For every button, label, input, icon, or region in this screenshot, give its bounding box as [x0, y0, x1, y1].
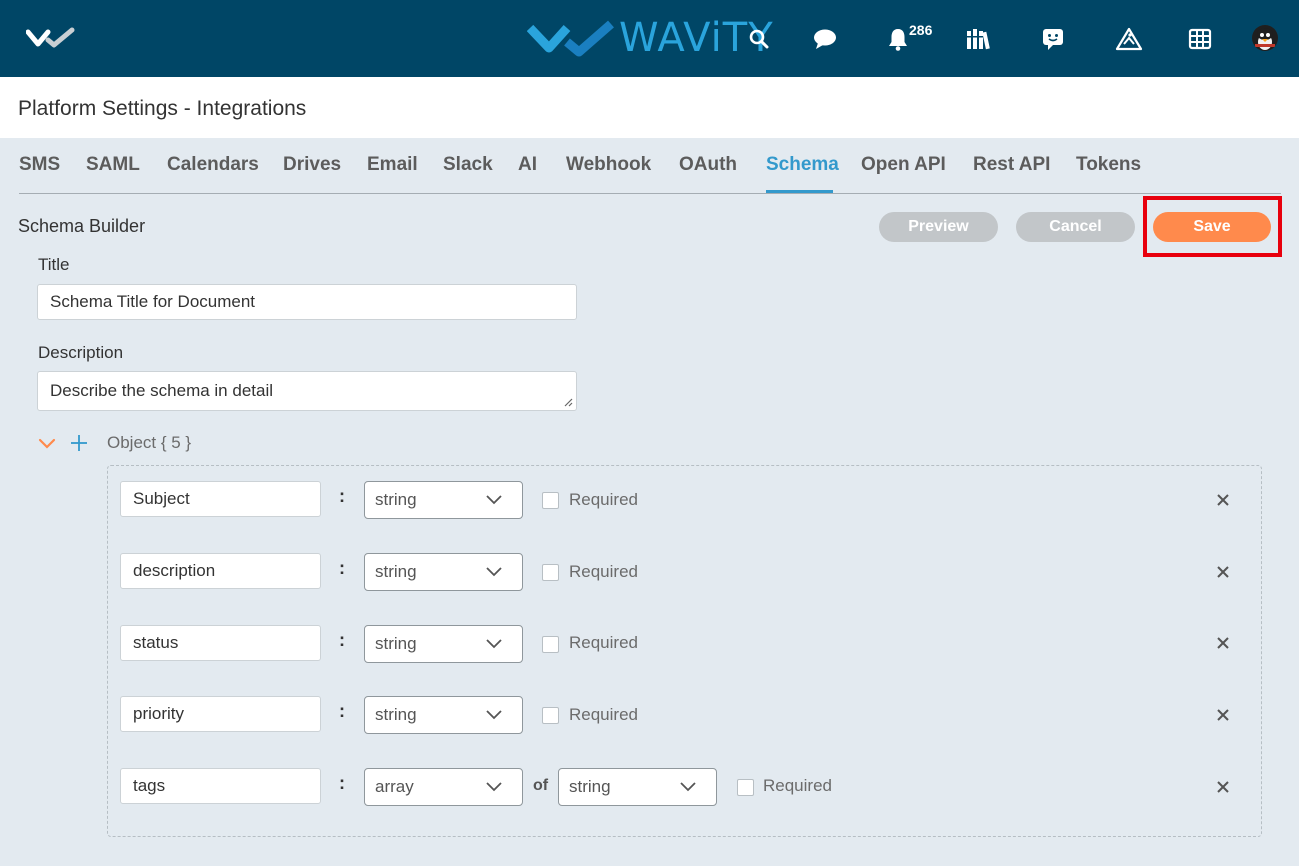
chevron-down-icon — [486, 710, 502, 720]
search-icon[interactable] — [744, 24, 774, 54]
collapse-chevron-icon[interactable] — [38, 437, 56, 455]
feedback-icon[interactable] — [1038, 24, 1068, 54]
top-bar: WAViTY 286 — [0, 0, 1299, 77]
colon-separator: : — [339, 630, 345, 650]
preview-button[interactable]: Preview — [879, 212, 998, 242]
required-checkbox[interactable] — [542, 564, 559, 581]
property-name-input[interactable]: priority — [120, 696, 321, 732]
remove-property-icon[interactable] — [1216, 780, 1230, 794]
property-type-value: array — [375, 777, 414, 796]
chat-icon[interactable] — [810, 24, 840, 54]
property-name-input[interactable]: tags — [120, 768, 321, 804]
cancel-button[interactable]: Cancel — [1016, 212, 1135, 242]
property-type-select[interactable]: array — [364, 768, 523, 806]
remove-property-icon[interactable] — [1216, 565, 1230, 579]
colon-separator: : — [339, 558, 345, 578]
required-label: Required — [569, 705, 638, 724]
resize-handle-icon[interactable] — [563, 397, 573, 407]
tab-oauth[interactable]: OAuth — [679, 154, 737, 176]
notification-count-badge: 286 — [909, 22, 933, 38]
integration-tabs: SMS SAML Calendars Drives Email Slack AI… — [19, 138, 1281, 194]
property-name-input[interactable]: Subject — [120, 481, 321, 517]
property-name-input[interactable]: description — [120, 553, 321, 589]
tab-saml[interactable]: SAML — [86, 154, 140, 176]
array-item-type-select[interactable]: string — [558, 768, 717, 806]
active-tab-indicator — [766, 190, 833, 193]
avatar[interactable] — [1252, 25, 1278, 51]
array-item-type-value: string — [569, 777, 611, 796]
tab-slack[interactable]: Slack — [443, 154, 493, 176]
chevron-down-icon — [486, 495, 502, 505]
tab-open-api[interactable]: Open API — [861, 154, 946, 176]
save-highlight-box — [1143, 196, 1282, 257]
property-type-value: string — [375, 490, 417, 509]
description-text: Describe the schema in detail — [50, 381, 274, 400]
brand-logo: WAViTY — [527, 14, 774, 62]
title-label: Title — [38, 255, 70, 274]
property-type-value: string — [375, 634, 417, 653]
property-type-value: string — [375, 562, 417, 581]
of-label: of — [533, 777, 549, 794]
tab-email[interactable]: Email — [367, 154, 418, 176]
add-property-icon[interactable] — [69, 433, 89, 456]
description-textarea[interactable]: Describe the schema in detail — [37, 371, 577, 411]
property-name-input[interactable]: status — [120, 625, 321, 661]
property-type-select[interactable]: string — [364, 481, 523, 519]
object-label: Object { 5 } — [107, 433, 192, 452]
grid-icon[interactable] — [1185, 24, 1215, 54]
colon-separator: : — [339, 773, 345, 793]
tab-schema[interactable]: Schema — [766, 154, 839, 176]
section-title: Schema Builder — [18, 216, 146, 236]
remove-property-icon[interactable] — [1216, 636, 1230, 650]
property-type-value: string — [375, 705, 417, 724]
colon-separator: : — [339, 486, 345, 506]
chevron-down-icon — [486, 639, 502, 649]
property-type-select[interactable]: string — [364, 696, 523, 734]
tab-webhook[interactable]: Webhook — [566, 154, 651, 176]
required-label: Required — [763, 776, 832, 795]
colon-separator: : — [339, 701, 345, 721]
library-icon[interactable] — [963, 24, 993, 54]
home-logo-icon[interactable] — [25, 26, 76, 55]
required-checkbox[interactable] — [542, 636, 559, 653]
property-type-select[interactable]: string — [364, 625, 523, 663]
tab-rest-api[interactable]: Rest API — [973, 154, 1050, 176]
map-icon[interactable] — [1114, 24, 1144, 54]
tab-tokens[interactable]: Tokens — [1076, 154, 1141, 176]
required-label: Required — [569, 490, 638, 509]
description-label: Description — [38, 343, 124, 362]
required-label: Required — [569, 633, 638, 652]
chevron-down-icon — [680, 782, 696, 792]
tab-ai[interactable]: AI — [518, 154, 537, 176]
page-title: Platform Settings - Integrations — [18, 97, 307, 120]
remove-property-icon[interactable] — [1216, 493, 1230, 507]
required-checkbox[interactable] — [542, 707, 559, 724]
required-checkbox[interactable] — [542, 492, 559, 509]
tab-calendars[interactable]: Calendars — [167, 154, 259, 176]
chevron-down-icon — [486, 567, 502, 577]
chevron-down-icon — [486, 782, 502, 792]
page-header: Platform Settings - Integrations — [0, 77, 1299, 138]
remove-property-icon[interactable] — [1216, 708, 1230, 722]
tab-sms[interactable]: SMS — [19, 154, 60, 176]
title-input[interactable]: Schema Title for Document — [37, 284, 577, 320]
tab-drives[interactable]: Drives — [283, 154, 341, 176]
required-checkbox[interactable] — [737, 779, 754, 796]
property-type-select[interactable]: string — [364, 553, 523, 591]
required-label: Required — [569, 562, 638, 581]
